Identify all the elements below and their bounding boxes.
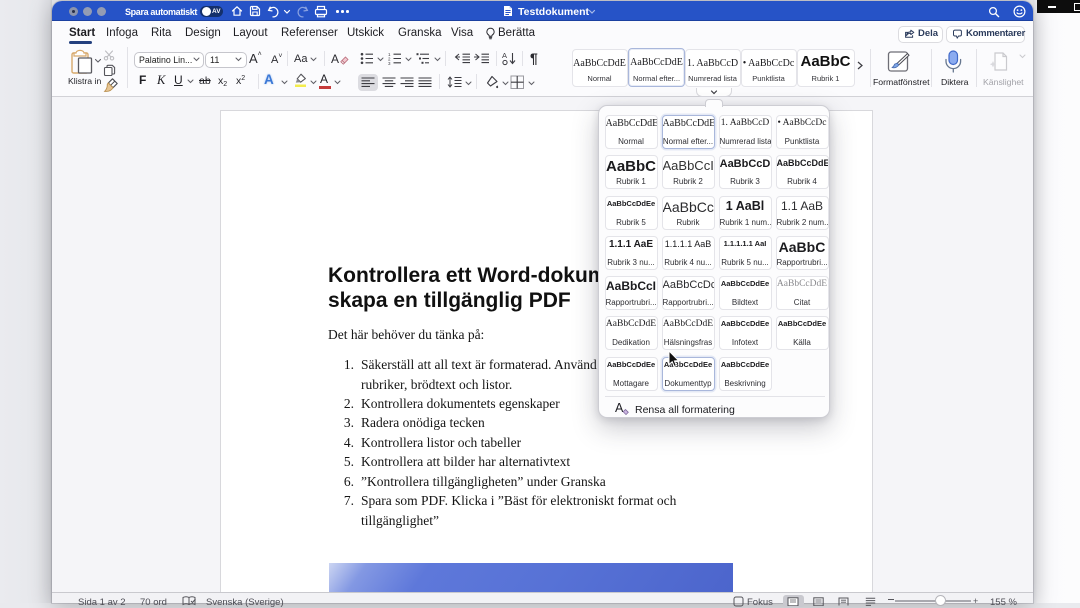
svg-text:3: 3 xyxy=(388,61,391,65)
svg-text:A: A xyxy=(502,51,507,60)
svg-text:A: A xyxy=(615,401,624,415)
